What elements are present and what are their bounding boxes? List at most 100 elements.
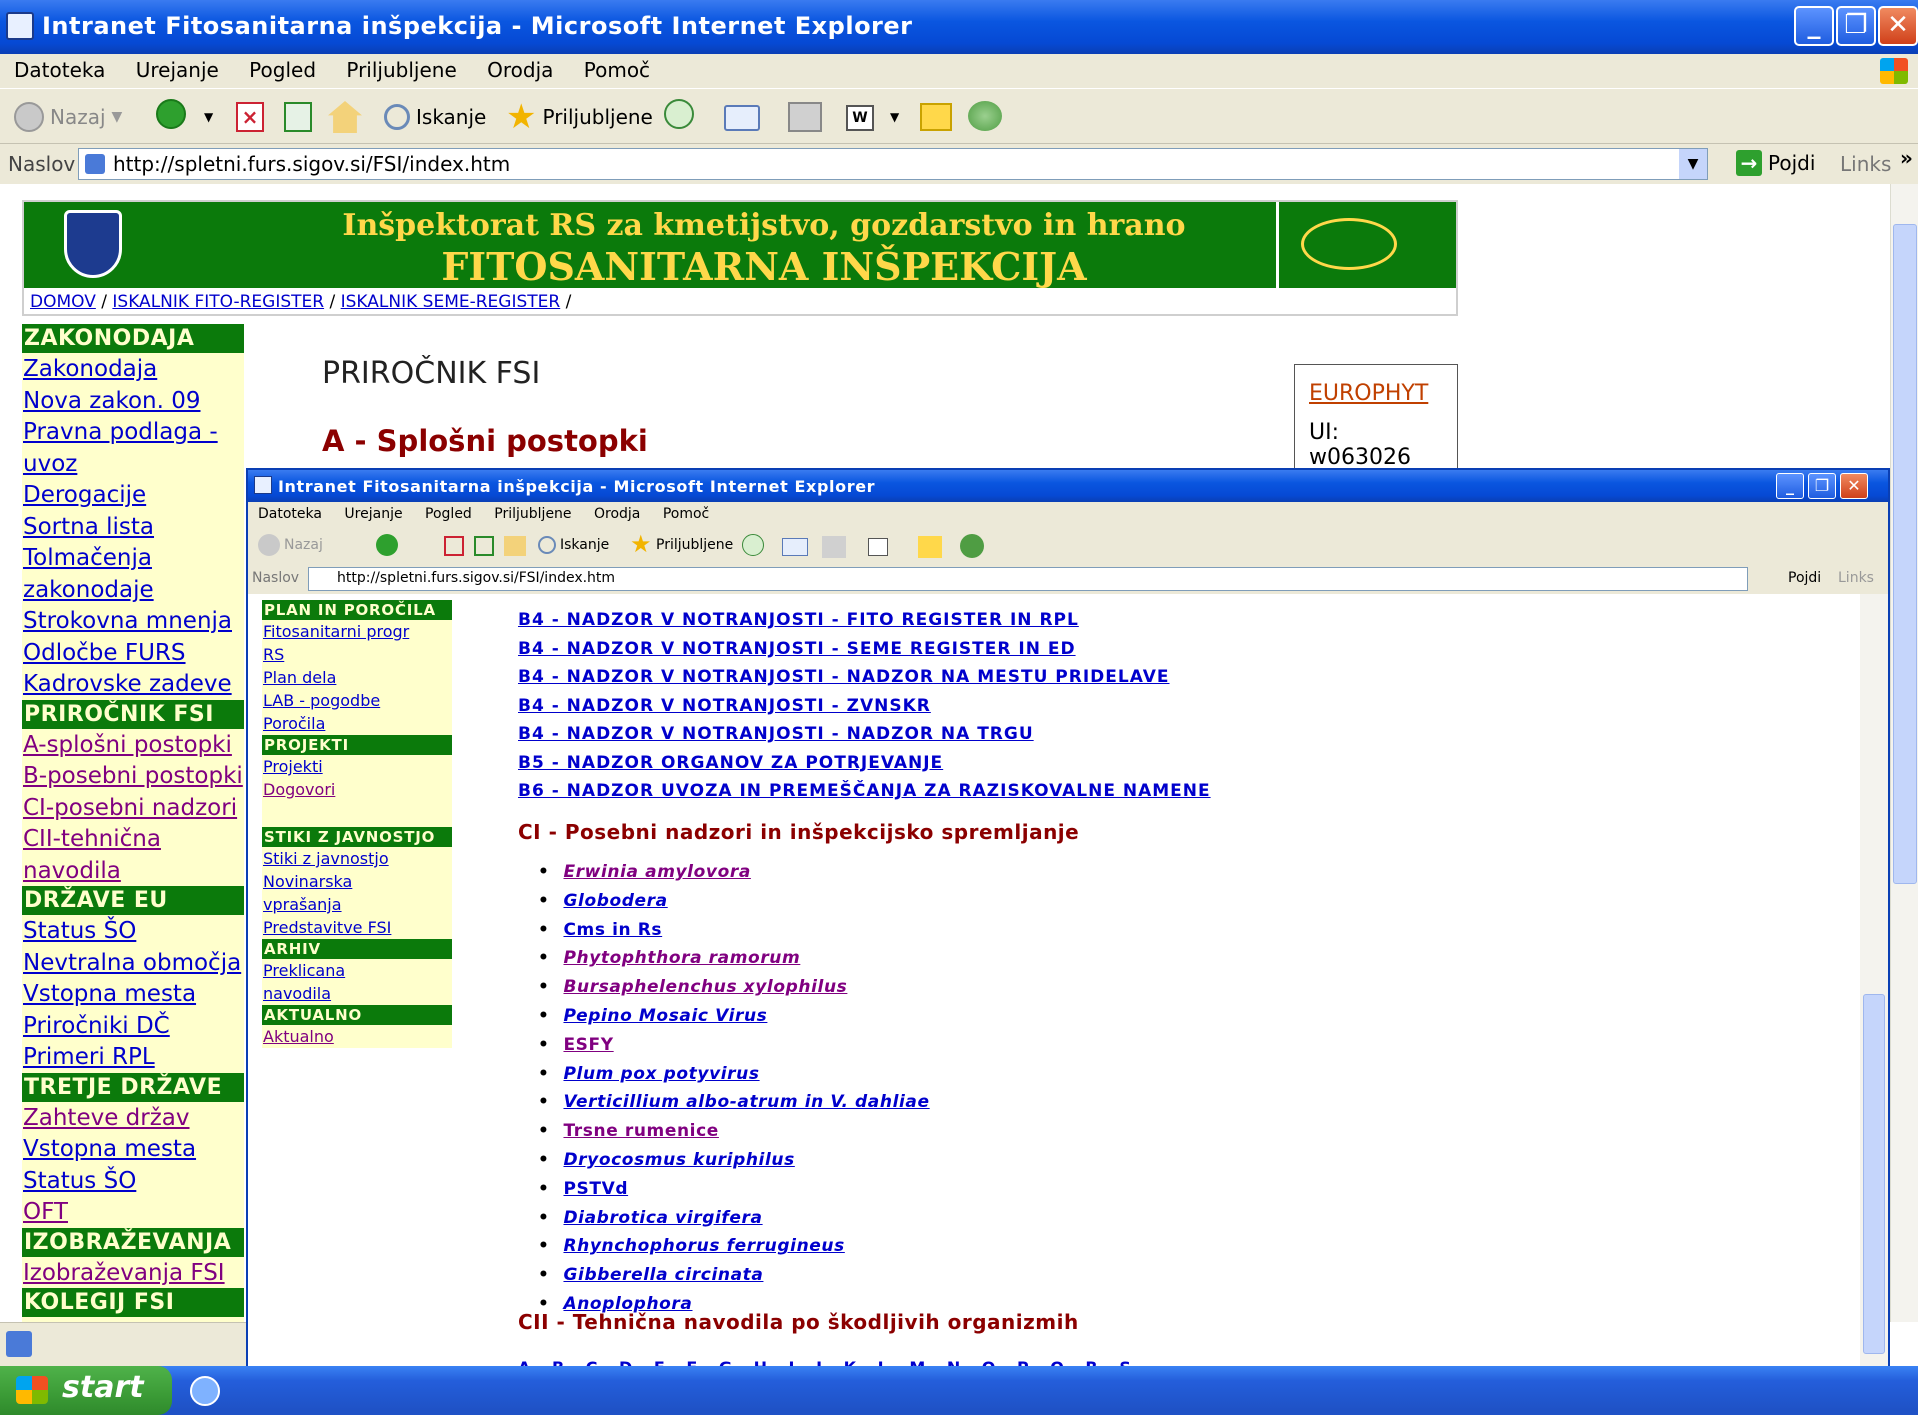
discuss-button[interactable]: [920, 103, 952, 131]
b-section-link[interactable]: B5 - NADZOR ORGANOV ZA POTRJEVANJE: [518, 749, 1211, 778]
overlay-nav-link[interactable]: navodila: [262, 982, 452, 1005]
minimize-button[interactable]: _: [1794, 6, 1834, 46]
overlay-messenger-icon[interactable]: [960, 534, 984, 558]
menu-tools[interactable]: Orodja: [473, 54, 563, 82]
forward-button[interactable]: [156, 99, 186, 129]
overlay-nav-link[interactable]: vprašanja: [262, 893, 452, 916]
overlay-address-input[interactable]: http://spletni.furs.sigov.si/FSI/index.h…: [308, 567, 1748, 591]
nav-link[interactable]: Nevtralna območja: [22, 947, 244, 979]
breadcrumb-fito-register[interactable]: ISKALNIK FITO-REGISTER: [112, 292, 324, 312]
overlay-nav-link[interactable]: Dogovori: [262, 778, 452, 801]
organism-link[interactable]: Rhynchophorus ferrugineus: [563, 1236, 844, 1256]
overlay-scrollbar-thumb[interactable]: [1863, 994, 1885, 1354]
overlay-back-icon[interactable]: [258, 534, 280, 556]
organism-link[interactable]: Globodera: [563, 891, 667, 911]
b-section-link[interactable]: B4 - NADZOR V NOTRANJOSTI - SEME REGISTE…: [518, 635, 1211, 664]
nav-link[interactable]: zakonodaje: [22, 574, 244, 606]
search-button[interactable]: Iskanje: [384, 99, 486, 135]
nav-link[interactable]: uvoz: [22, 448, 244, 480]
menu-view[interactable]: Pogled: [235, 54, 326, 82]
overlay-menu-edit[interactable]: Urejanje: [334, 502, 410, 522]
overlay-menu-tools[interactable]: Orodja: [584, 502, 648, 522]
overlay-go-button[interactable]: Pojdi: [1788, 570, 1821, 586]
history-button[interactable]: [664, 99, 694, 129]
overlay-discuss-icon[interactable]: [918, 536, 942, 558]
overlay-menu-favorites[interactable]: Priljubljene: [484, 502, 579, 522]
organism-link[interactable]: Plum pox potyvirus: [563, 1064, 759, 1084]
maximize-button[interactable]: ❐: [1836, 6, 1876, 46]
overlay-history-icon[interactable]: [742, 534, 764, 556]
nav-link[interactable]: CI-posebni nadzori: [22, 792, 244, 824]
page-scrollbar[interactable]: [1890, 184, 1918, 1322]
organism-link[interactable]: Bursaphelenchus xylophilus: [563, 977, 847, 997]
menu-file[interactable]: Datoteka: [0, 54, 115, 82]
overlay-nav-link[interactable]: Fitosanitarni progr: [262, 620, 452, 643]
nav-link[interactable]: Primeri RPL: [22, 1041, 244, 1073]
b-section-link[interactable]: B4 - NADZOR V NOTRANJOSTI - FITO REGISTE…: [518, 606, 1211, 635]
nav-link[interactable]: navodila: [22, 855, 244, 887]
b-section-link[interactable]: B6 - NADZOR UVOZA IN PREMEŠČANJA ZA RAZI…: [518, 777, 1211, 806]
overlay-mail-icon[interactable]: [782, 538, 808, 556]
scrollbar-thumb[interactable]: [1893, 224, 1917, 884]
overlay-nav-link[interactable]: Predstavitve FSI: [262, 916, 452, 939]
menu-help[interactable]: Pomoč: [570, 54, 660, 82]
nav-link[interactable]: Kadrovske zadeve: [22, 668, 244, 700]
organism-link[interactable]: Verticillium albo-atrum in V. dahliae: [563, 1092, 929, 1112]
nav-link[interactable]: Vstopna mesta: [22, 978, 244, 1010]
nav-link[interactable]: Priročniki DČ: [22, 1010, 244, 1042]
close-button[interactable]: ✕: [1878, 6, 1918, 46]
nav-link[interactable]: Derogacije: [22, 479, 244, 511]
overlay-nav-link[interactable]: RS: [262, 643, 452, 666]
menu-favorites[interactable]: Priljubljene: [332, 54, 466, 82]
address-dropdown-icon[interactable]: ▼: [1679, 149, 1707, 179]
nav-link[interactable]: Zahteve držav: [22, 1102, 244, 1134]
overlay-search-label[interactable]: Iskanje: [560, 537, 609, 553]
go-button[interactable]: → Pojdi: [1736, 150, 1815, 176]
favorites-button[interactable]: ★ Priljubljene: [506, 99, 653, 135]
overlay-maximize-button[interactable]: ❐: [1808, 473, 1836, 499]
organism-link[interactable]: ESFY: [563, 1035, 613, 1055]
menu-edit[interactable]: Urejanje: [122, 54, 229, 82]
overlay-minimize-button[interactable]: _: [1776, 473, 1804, 499]
breadcrumb-seme-register[interactable]: ISKALNIK SEME-REGISTER: [341, 292, 561, 312]
overlay-nav-link[interactable]: Aktualno: [262, 1025, 452, 1048]
overlay-star-icon[interactable]: ★: [630, 530, 652, 558]
overlay-nav-link[interactable]: Preklicana: [262, 959, 452, 982]
nav-link[interactable]: CII-tehnična: [22, 823, 244, 855]
overlay-print-icon[interactable]: [822, 536, 846, 558]
organism-link[interactable]: Erwinia amylovora: [563, 862, 750, 882]
organism-link[interactable]: Diabrotica virgifera: [563, 1208, 762, 1228]
overlay-forward-icon[interactable]: [376, 534, 398, 556]
organism-link[interactable]: PSTVd: [563, 1179, 628, 1199]
b-section-link[interactable]: B4 - NADZOR V NOTRANJOSTI - NADZOR NA ME…: [518, 663, 1211, 692]
nav-link[interactable]: Tolmačenja: [22, 542, 244, 574]
organism-link[interactable]: Pepino Mosaic Virus: [563, 1006, 767, 1026]
organism-link[interactable]: Trsne rumenice: [563, 1121, 718, 1141]
overlay-search-icon[interactable]: [538, 536, 556, 554]
overlay-nav-link[interactable]: Plan dela: [262, 666, 452, 689]
nav-link[interactable]: Vstopna mesta: [22, 1133, 244, 1165]
stop-button[interactable]: ×: [236, 102, 264, 132]
nav-link[interactable]: B-posebni postopki: [22, 760, 244, 792]
forward-dropdown-icon[interactable]: ▼: [204, 99, 213, 135]
quicklaunch-ie-icon[interactable]: [190, 1376, 220, 1406]
overlay-links-label[interactable]: Links: [1838, 570, 1874, 586]
nav-link[interactable]: Sortna lista: [22, 511, 244, 543]
overlay-menu-file[interactable]: Datoteka: [248, 502, 330, 522]
home-button[interactable]: [328, 101, 362, 133]
overlay-nav-link[interactable]: Novinarska: [262, 870, 452, 893]
nav-link[interactable]: Status ŠO: [22, 915, 244, 947]
mail-button[interactable]: [724, 105, 760, 131]
overlay-back-label[interactable]: Nazaj: [284, 537, 323, 553]
b-section-link[interactable]: B4 - NADZOR V NOTRANJOSTI - NADZOR NA TR…: [518, 720, 1211, 749]
edit-dropdown-icon[interactable]: ▼: [890, 99, 899, 135]
breadcrumb-home[interactable]: DOMOV: [30, 292, 96, 312]
links-chevron-icon[interactable]: »: [1900, 146, 1913, 170]
edit-button[interactable]: W: [846, 105, 874, 131]
nav-link[interactable]: Nova zakon. 09: [22, 385, 244, 417]
overlay-menu-view[interactable]: Pogled: [415, 502, 480, 522]
nav-link[interactable]: Zakonodaja: [22, 353, 244, 385]
overlay-home-icon[interactable]: [504, 536, 526, 556]
overlay-refresh-icon[interactable]: [474, 536, 494, 556]
nav-link[interactable]: Izobraževanja FSI: [22, 1257, 244, 1289]
